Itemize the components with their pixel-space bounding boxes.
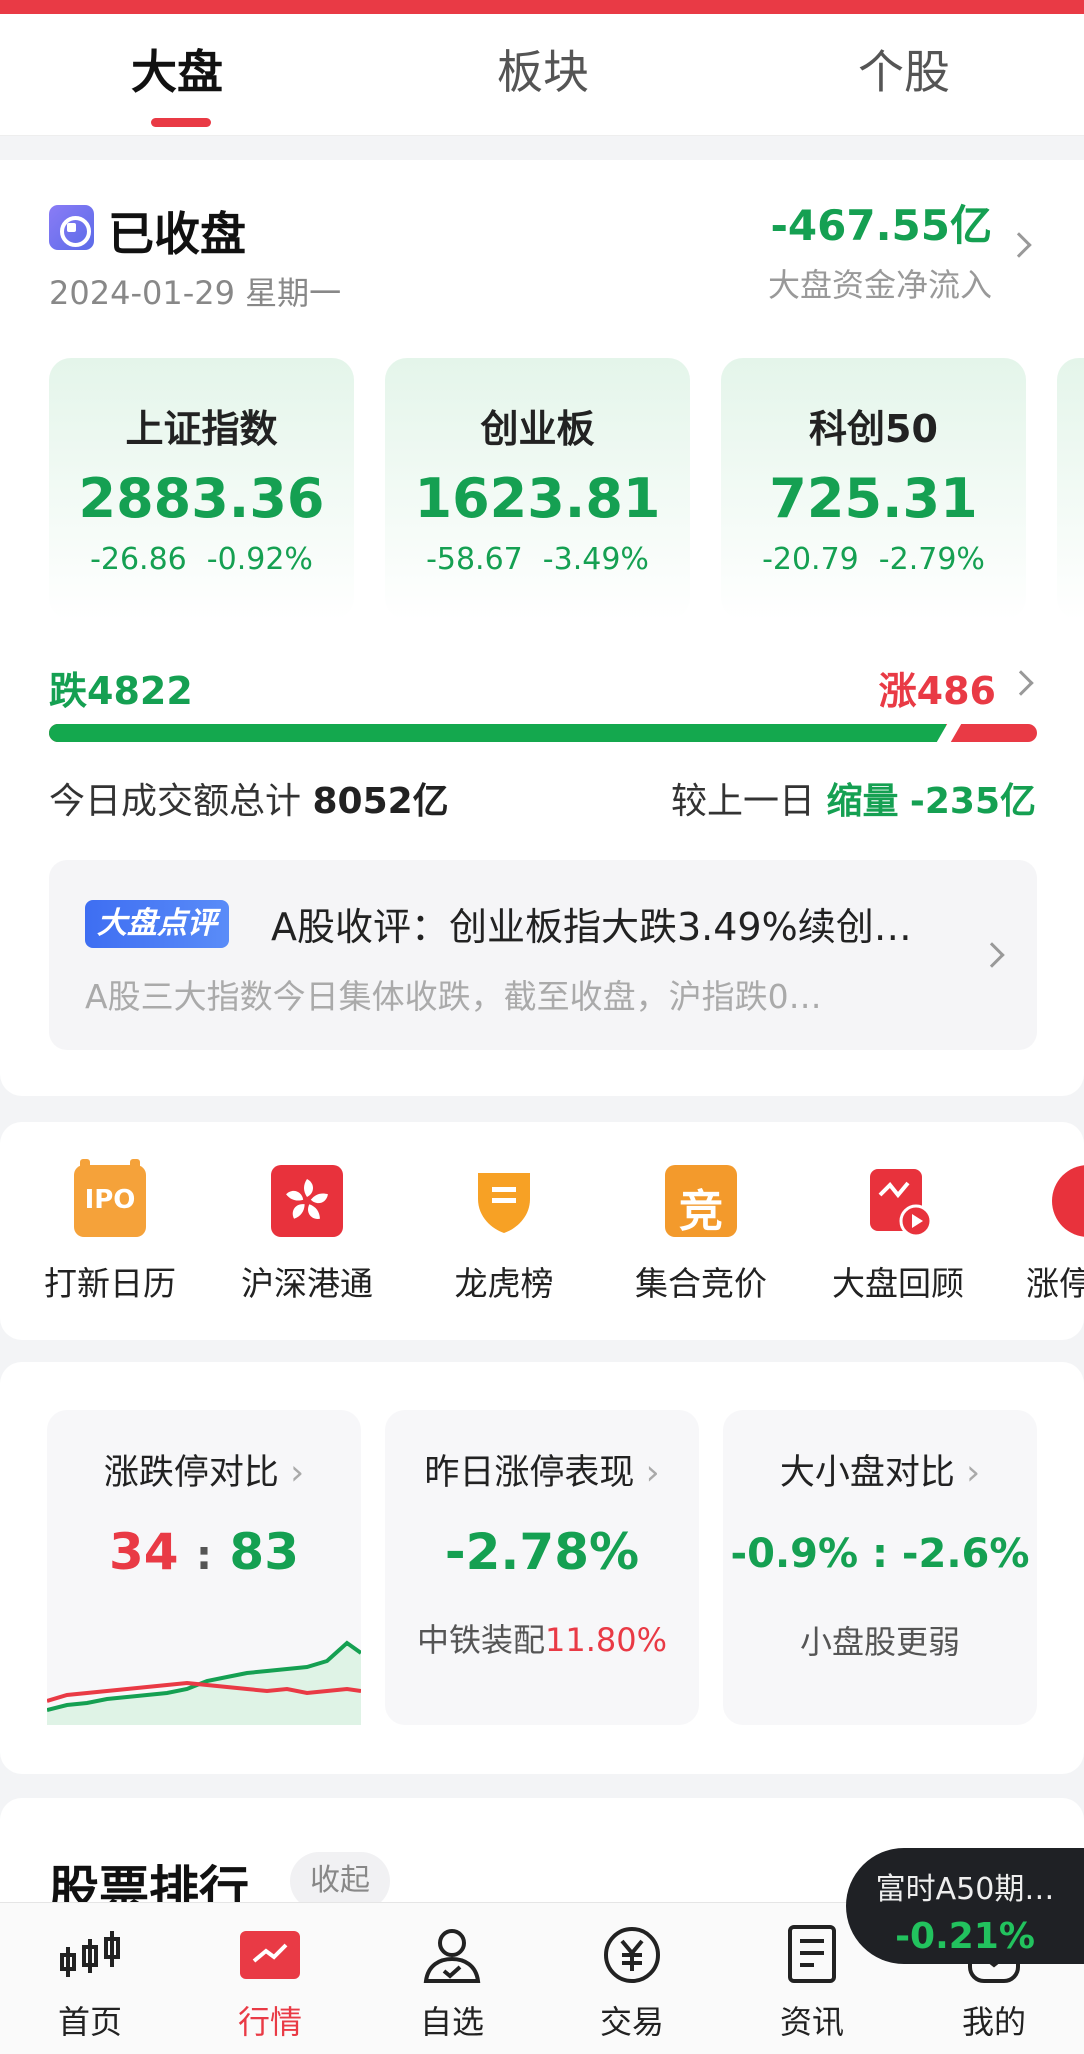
cap-compare-value: -0.9% : -2.6%	[730, 1531, 1030, 1577]
turnover-total: 今日成交额总计 8052亿	[49, 781, 449, 822]
bauhinia-icon	[271, 1165, 343, 1237]
candlestick-icon	[58, 1925, 122, 1985]
user-check-icon	[420, 1925, 484, 1985]
nav-watchlist[interactable]: 自选	[387, 1925, 517, 2043]
yuan-icon	[600, 1925, 664, 1985]
auction-icon: 竞	[665, 1165, 737, 1237]
shortcut-call-auction[interactable]: 竞 集合竞价	[616, 1165, 786, 1305]
tab-market[interactable]: 大盘	[131, 36, 223, 102]
net-flow-label[interactable]: 大盘资金净流入	[768, 260, 992, 306]
market-date: 2024-01-29 星期一	[49, 274, 342, 312]
index-card-chinext[interactable]: 创业板 1623.81 -58.67 -3.49%	[385, 358, 690, 620]
active-tab-indicator	[151, 118, 211, 127]
nav-market[interactable]: 行情	[205, 1925, 335, 2043]
ipo-icon: IPO	[74, 1159, 146, 1237]
fall-count: 跌4822	[49, 669, 193, 713]
futures-change: -0.21%	[895, 1916, 1035, 1957]
tab-stocks[interactable]: 个股	[858, 36, 950, 102]
top-tabs: 大盘 板块 个股	[0, 14, 1084, 136]
nav-trade[interactable]: 交易	[567, 1925, 697, 2043]
limit-compare-ratio: 34 : 83	[108, 1523, 300, 1581]
net-flow-value[interactable]: -467.55亿	[770, 192, 992, 253]
index-name: 创业板	[480, 407, 595, 451]
fall-portion	[49, 724, 946, 742]
limit-up-icon	[1052, 1165, 1084, 1237]
nav-home[interactable]: 首页	[25, 1925, 155, 2043]
rise-count[interactable]: 涨486	[879, 660, 996, 715]
top-accent-bar	[0, 0, 1084, 14]
index-card-partial[interactable]	[1057, 358, 1084, 620]
index-name: 上证指数	[125, 407, 278, 451]
yesterday-limit-value: -2.78%	[444, 1523, 640, 1581]
shortcut-ipo-calendar[interactable]: IPO 打新日历	[25, 1159, 195, 1305]
yesterday-limit-title: 昨日涨停表现 ›	[424, 1453, 660, 1493]
index-change: -26.86 -0.92%	[90, 542, 313, 577]
commentary-subtitle: A股三大指数今日集体收跌，截至收盘，沪指跌0…	[85, 977, 822, 1016]
chevron-right-icon	[979, 942, 1005, 968]
commentary-title: A股收评：创业板指大跌3.49%续创…	[271, 905, 912, 949]
turnover-compare: 较上一日 缩量 -235亿	[670, 781, 1036, 822]
index-change: -20.79 -2.79%	[762, 542, 985, 577]
cap-compare-title: 大小盘对比 ›	[779, 1453, 981, 1493]
market-commentary[interactable]: 大盘点评 A股收评：创业板指大跌3.49%续创… A股三大指数今日集体收跌，截至…	[49, 860, 1037, 1050]
market-closed-icon	[49, 205, 94, 250]
document-icon	[780, 1925, 844, 1985]
limit-compare-panel[interactable]: 涨跌停对比 › 34 : 83	[47, 1410, 361, 1725]
index-card-sse[interactable]: 上证指数 2883.36 -26.86 -0.92%	[49, 358, 354, 620]
shortcut-limit-up[interactable]: 涨停	[1010, 1165, 1084, 1305]
shortcut-dragon-tiger[interactable]: 龙虎榜	[419, 1165, 589, 1305]
limit-trend-chart	[47, 1640, 361, 1725]
cap-compare-note: 小盘股更弱	[799, 1623, 960, 1661]
index-name: 科创50	[809, 407, 938, 451]
index-change: -58.67 -3.49%	[426, 542, 649, 577]
index-card-star50[interactable]: 科创50 725.31 -20.79 -2.79%	[721, 358, 1026, 620]
market-status: 已收盘	[108, 207, 246, 261]
index-value: 725.31	[769, 467, 978, 530]
commentary-badge: 大盘点评	[85, 900, 229, 948]
trend-chart-icon	[238, 1925, 302, 1985]
rise-fall-ratio-bar	[49, 724, 1037, 742]
a50-futures-float[interactable]: 富时A50期… -0.21%	[846, 1848, 1084, 1964]
index-value: 1623.81	[414, 467, 661, 530]
shield-icon	[468, 1165, 540, 1237]
limit-compare-title: 涨跌停对比 ›	[103, 1453, 305, 1493]
tab-sectors[interactable]: 板块	[497, 36, 589, 102]
shortcut-market-review[interactable]: 大盘回顾	[813, 1165, 983, 1305]
yesterday-limit-panel[interactable]: 昨日涨停表现 › -2.78% 中铁装配11.80%	[385, 1410, 699, 1725]
cap-compare-panel[interactable]: 大小盘对比 › -0.9% : -2.6% 小盘股更弱	[723, 1410, 1037, 1725]
shortcut-hk-connect[interactable]: 沪深港通	[222, 1165, 392, 1305]
video-chart-icon	[862, 1165, 934, 1238]
index-value: 2883.36	[78, 467, 325, 530]
futures-name: 富时A50期…	[875, 1872, 1055, 1907]
yesterday-limit-stock: 中铁装配11.80%	[416, 1621, 668, 1659]
